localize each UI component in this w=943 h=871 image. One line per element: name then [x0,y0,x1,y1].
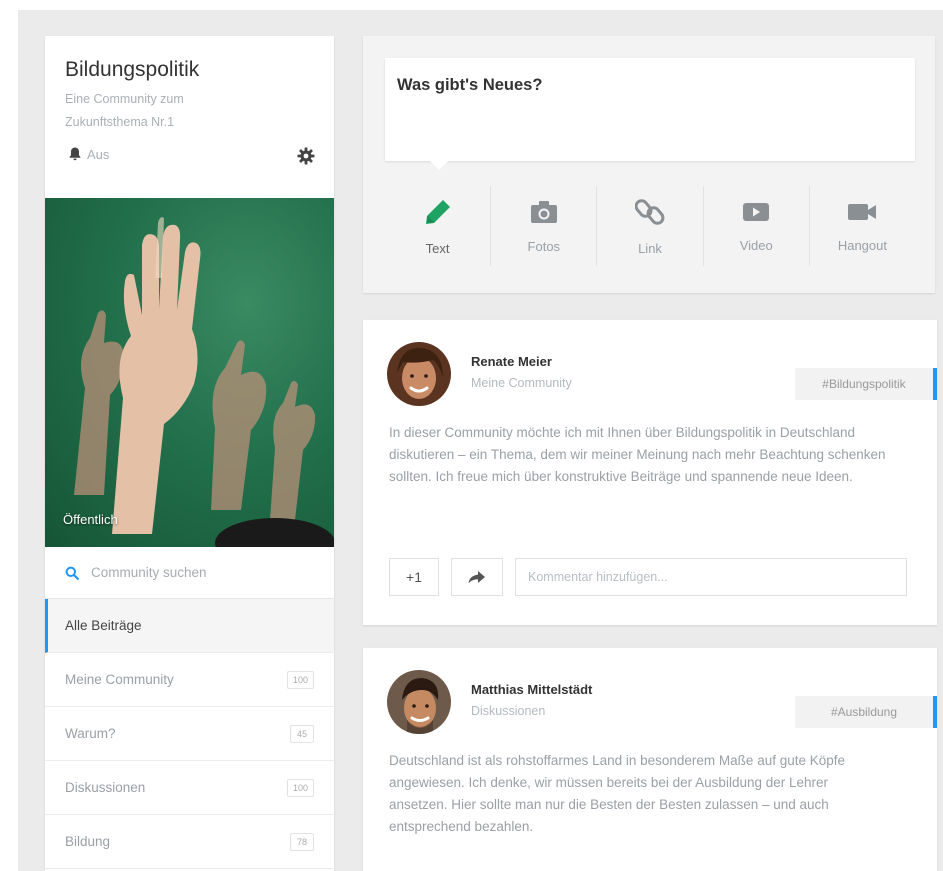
composer-action-label: Hangout [837,237,887,253]
sidebar-item-label: Meine Community [65,672,174,687]
search-icon [65,566,79,580]
post-author[interactable]: Matthias Mittelstädt [471,682,592,697]
composer-action-label: Link [638,240,662,256]
sidebar-item-warum[interactable]: Warum? 45 [45,707,334,761]
sidebar-item-diskussionen[interactable]: Diskussionen 100 [45,761,334,815]
share-arrow-icon [468,571,485,584]
sidebar-item-count: 100 [286,778,314,797]
composer-action-fotos[interactable]: Fotos [491,186,598,266]
notification-toggle[interactable]: Aus [67,146,109,162]
composer-action-label: Video [739,237,773,253]
plus-one-button[interactable]: +1 [389,558,439,596]
camera-icon [530,200,557,223]
post-card: Matthias Mittelstädt Diskussionen #Ausbi… [363,648,937,871]
post-community[interactable]: Diskussionen [471,704,545,718]
avatar-image [387,670,451,734]
sidebar-item-label: Diskussionen [65,780,146,795]
sidebar-item-label: Bildung [65,834,111,849]
notification-label: Aus [87,146,110,162]
post-community[interactable]: Meine Community [471,376,572,390]
search-placeholder: Community suchen [91,565,207,580]
post-text: In dieser Community möchte ich mit Ihnen… [389,425,886,484]
composer-input[interactable]: Was gibt's Neues? [385,58,915,161]
community-sidebar: Bildungspolitik Eine Community zum Zukun… [45,36,334,871]
sidebar-nav: Alle Beiträge Meine Community 100 Warum?… [45,599,334,869]
video-play-icon [743,202,770,221]
visibility-label: Öffentlich [63,512,118,527]
avatar-image [387,342,451,406]
community-header: Bildungspolitik Eine Community zum Zukun… [45,36,334,198]
sidebar-item-label: Alle Beiträge [65,618,142,633]
sidebar-item-label: Warum? [65,726,116,741]
post-text: Deutschland ist als rohstoffarmes Land i… [389,753,846,834]
community-title: Bildungspolitik [65,58,200,81]
comment-input[interactable] [515,558,907,596]
gear-icon[interactable] [296,146,316,166]
community-cover-image: Öffentlich [45,198,334,547]
video-camera-icon [848,203,877,220]
post-hashtag[interactable]: #Ausbildung [795,696,937,728]
sidebar-item-alle-beitraege[interactable]: Alle Beiträge [45,599,334,653]
composer-action-link[interactable]: Link [597,186,704,266]
composer-action-video[interactable]: Video [704,186,810,266]
link-icon [635,198,665,225]
composer-prompt: Was gibt's Neues? [397,76,543,94]
composer-action-hangout[interactable]: Hangout [810,186,915,266]
sidebar-item-meine-community[interactable]: Meine Community 100 [45,653,334,707]
community-subtitle: Eine Community zum Zukunftsthema Nr.1 [65,92,184,129]
post-composer: Was gibt's Neues? Text Fotos Link Video … [363,36,935,293]
composer-action-label: Text [425,240,450,256]
avatar[interactable] [387,342,451,406]
pencil-icon [425,199,450,224]
composer-action-text[interactable]: Text [385,186,492,266]
sidebar-item-count: 45 [290,724,314,743]
post-actions: +1 [389,558,907,596]
composer-pointer [429,160,449,170]
sidebar-item-count: 100 [286,670,314,689]
sidebar-item-bildung[interactable]: Bildung 78 [45,815,334,869]
post-card: Renate Meier Meine Community #Bildungspo… [363,320,937,625]
composer-actions: Text Fotos Link Video Hangout [385,186,915,266]
post-hashtag[interactable]: #Bildungspolitik [795,368,937,400]
composer-action-label: Fotos [527,238,561,254]
share-button[interactable] [451,558,503,596]
avatar[interactable] [387,670,451,734]
bell-icon [69,147,81,161]
raised-hands-illustration [74,217,334,547]
sidebar-item-count: 78 [290,832,314,851]
post-author[interactable]: Renate Meier [471,354,552,369]
community-search[interactable]: Community suchen [45,547,334,599]
